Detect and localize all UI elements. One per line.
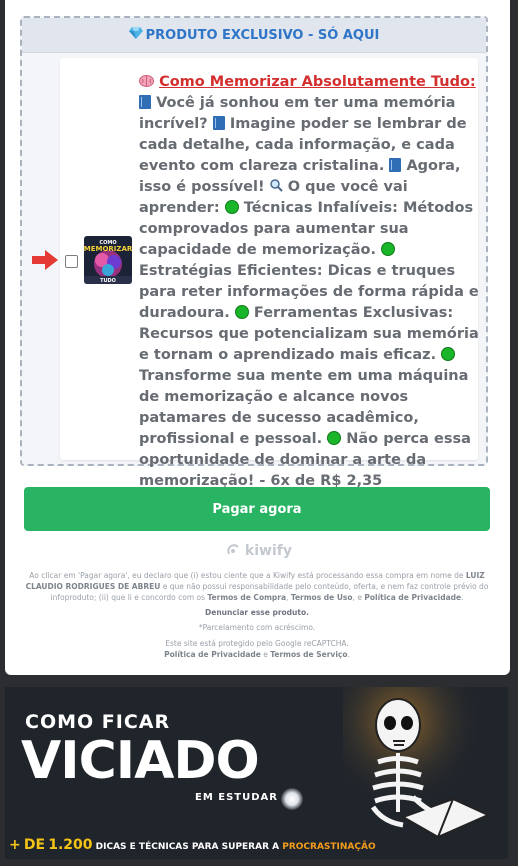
google-terms-link[interactable]: Termos de Serviço <box>270 650 347 659</box>
magnifier-icon <box>269 179 283 195</box>
legal-text: , e <box>352 593 365 602</box>
legal-paragraph: Ao clicar em 'Pagar agora', eu declaro q… <box>24 570 490 603</box>
order-bump-checkbox[interactable] <box>65 255 78 268</box>
promo-banner[interactable]: COMO FICAR VICIADO EM ESTUDAR + DE 1.200… <box>5 687 508 859</box>
order-bump-title: PRODUTO EXCLUSIVO - SÓ AQUI <box>145 27 380 43</box>
skeleton-reading-icon <box>343 687 508 859</box>
report-product-link[interactable]: Denunciar esse produto. <box>24 607 490 618</box>
glow-dot <box>281 788 303 810</box>
green-circle-icon <box>234 305 249 319</box>
banner-tagline-text: DICAS E TÉCNICAS PARA SUPERAR A <box>95 842 280 852</box>
gem-icon <box>128 27 143 43</box>
book-icon <box>212 116 225 130</box>
order-bump-header: PRODUTO EXCLUSIVO - SÓ AQUI <box>22 18 486 53</box>
terms-of-use-link[interactable]: Termos de Uso <box>291 593 353 602</box>
google-links: Política de Privacidade e Termos de Serv… <box>24 649 490 660</box>
product-title: Como Memorizar Absolutamente Tudo: <box>159 74 476 90</box>
legal-text: Ao clicar em 'Pagar agora', eu declaro q… <box>29 571 466 580</box>
order-bump-box: PRODUTO EXCLUSIVO - SÓ AQUI COMO MEMORIZ… <box>20 16 488 489</box>
recaptcha-notice: Este site está protegido pelo Google reC… <box>165 639 349 648</box>
banner-plus: + <box>9 837 21 853</box>
legal-disclaimer: Ao clicar em 'Pagar agora', eu declaro q… <box>24 570 490 660</box>
thumb-title-3: TUDO <box>100 278 116 284</box>
banner-headline: VICIADO <box>21 731 260 791</box>
legal-text: . <box>461 593 464 602</box>
green-circle-icon <box>381 242 396 256</box>
green-circle-icon <box>224 200 239 214</box>
green-circle-icon <box>327 431 342 445</box>
pay-now-button[interactable]: Pagar agora <box>24 487 490 531</box>
banner-line1: COMO FICAR <box>25 711 171 733</box>
brain-icon <box>139 74 154 90</box>
banner-tagline: + DE 1.200 DICAS E TÉCNICAS PARA SUPERAR… <box>9 837 376 853</box>
kiwify-wordmark: kiwify <box>244 543 292 559</box>
google-privacy-link[interactable]: Política de Privacidade <box>164 650 261 659</box>
legal-text: e <box>260 650 271 659</box>
thumb-title-2: MEMORIZAR <box>84 245 132 253</box>
green-circle-icon <box>441 347 456 361</box>
order-bump-description: Como Memorizar Absolutamente Tudo: Você … <box>139 72 481 492</box>
kiwify-logo: kiwify <box>0 543 518 559</box>
arrow-right-icon <box>32 250 58 270</box>
banner-line3: EM ESTUDAR <box>195 792 278 803</box>
installment-note: *Parcelamento com acréscimo. <box>198 623 316 632</box>
purchase-terms-link[interactable]: Termos de Compra <box>207 593 286 602</box>
banner-de: DE <box>23 837 46 853</box>
privacy-policy-link[interactable]: Política de Privacidade <box>364 593 461 602</box>
legal-text: . <box>347 650 350 659</box>
book-icon <box>139 95 151 109</box>
book-icon <box>389 158 402 172</box>
banner-count: 1.200 <box>48 837 93 853</box>
product-thumbnail: COMO MEMORIZAR TUDO <box>84 236 132 284</box>
kiwify-mark-icon <box>226 543 245 559</box>
